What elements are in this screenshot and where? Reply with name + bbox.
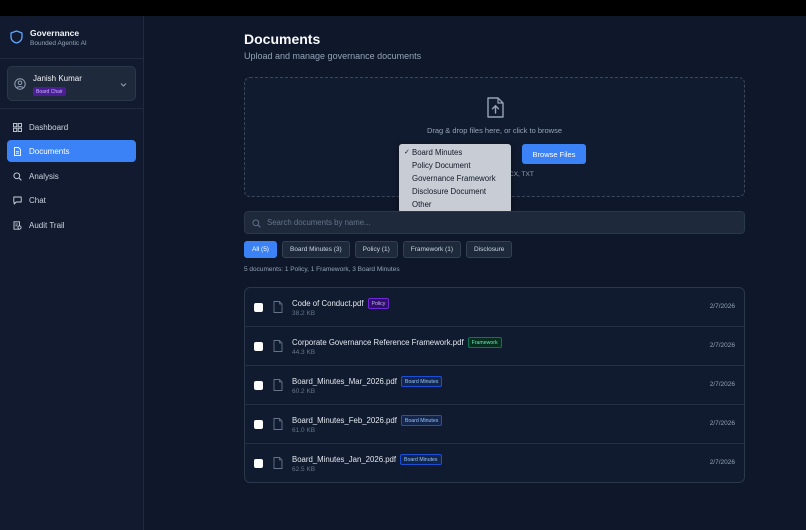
document-list: Code of Conduct.pdf Policy 38.2 KB 2/7/2…	[244, 287, 745, 483]
document-name-line: Corporate Governance Reference Framework…	[292, 337, 502, 348]
menu-option-label: Board Minutes	[412, 148, 463, 157]
user-menu[interactable]: Janish Kumar Board Chair	[7, 66, 136, 101]
search-input[interactable]	[267, 212, 737, 233]
file-icon	[273, 301, 283, 313]
document-row[interactable]: Code of Conduct.pdf Policy 38.2 KB 2/7/2…	[245, 288, 744, 327]
sidebar-divider	[0, 58, 143, 59]
document-type-badge: Policy	[367, 298, 390, 309]
filter-disclosure[interactable]: Disclosure	[466, 241, 513, 258]
row-checkbox[interactable]	[254, 381, 263, 390]
document-size: 61.0 KB	[292, 427, 316, 434]
document-row[interactable]: Board_Minutes_Mar_2026.pdf Board Minutes…	[245, 366, 744, 405]
user-name: Janish Kumar	[33, 74, 82, 83]
document-date: 2/7/2026	[709, 420, 735, 427]
file-icon	[273, 418, 283, 430]
file-icon	[273, 379, 283, 391]
filter-policy[interactable]: Policy (1)	[354, 241, 398, 258]
menu-option-label: Policy Document	[412, 161, 471, 170]
sidebar-item-label: Analysis	[29, 171, 59, 181]
filter-framework[interactable]: Framework (1)	[402, 241, 462, 258]
filter-chips: All (5) Board Minutes (3) Policy (1) Fra…	[244, 241, 513, 258]
sidebar-item-chat[interactable]: Chat	[7, 189, 136, 211]
brand-subtitle: Bounded Agentic AI	[30, 40, 87, 47]
menu-option-governance-framework[interactable]: Governance Framework	[399, 172, 511, 185]
document-name-line: Board_Minutes_Mar_2026.pdf Board Minutes	[292, 376, 443, 387]
document-date: 2/7/2026	[709, 381, 735, 388]
filter-board-minutes[interactable]: Board Minutes (3)	[281, 241, 350, 258]
user-avatar-icon	[14, 78, 26, 90]
document-name: Code of Conduct.pdf	[292, 299, 364, 308]
sidebar-item-label: Dashboard	[29, 122, 69, 132]
supported-formats: CX, TXT	[509, 171, 534, 178]
user-role-badge: Board Chair	[33, 87, 66, 96]
document-name: Corporate Governance Reference Framework…	[292, 338, 464, 347]
document-size: 62.5 KB	[292, 466, 316, 473]
browse-files-button[interactable]: Browse Files	[522, 144, 586, 164]
sidebar-divider	[0, 108, 143, 109]
upload-instructions: Drag & drop files here, or click to brow…	[426, 126, 563, 135]
document-name-line: Board_Minutes_Feb_2026.pdf Board Minutes	[292, 415, 443, 426]
sidebar-item-analysis[interactable]: Analysis	[7, 165, 136, 187]
file-icon	[273, 457, 283, 469]
row-checkbox[interactable]	[254, 342, 263, 351]
document-date: 2/7/2026	[709, 303, 735, 310]
dashboard-icon	[13, 122, 22, 132]
file-upload-icon	[487, 97, 504, 118]
document-size: 38.2 KB	[292, 310, 316, 317]
document-name: Board_Minutes_Jan_2026.pdf	[292, 455, 397, 464]
chevron-down-icon	[120, 83, 127, 87]
document-date: 2/7/2026	[709, 459, 735, 466]
menu-option-label: Other	[412, 200, 432, 209]
menu-option-other[interactable]: Other	[399, 198, 511, 211]
document-name-line: Code of Conduct.pdf Policy	[292, 298, 390, 309]
document-name-line: Board_Minutes_Jan_2026.pdf Board Minutes	[292, 454, 442, 465]
document-size: 44.3 KB	[292, 349, 316, 356]
window-top-bar	[0, 0, 806, 16]
sidebar-item-documents[interactable]: Documents	[7, 140, 136, 162]
document-name: Board_Minutes_Mar_2026.pdf	[292, 377, 397, 386]
sidebar-item-label: Documents	[29, 146, 70, 156]
document-type-badge: Framework	[467, 337, 502, 348]
search-icon	[13, 171, 22, 181]
brand: Governance Bounded Agentic AI	[10, 28, 87, 49]
document-type-badge: Board Minutes	[400, 454, 442, 465]
document-type-badge: Board Minutes	[400, 376, 443, 387]
brand-title: Governance	[30, 28, 80, 38]
sidebar: Governance Bounded Agentic AI Janish Kum…	[0, 16, 144, 530]
document-date: 2/7/2026	[709, 342, 735, 349]
sidebar-item-label: Audit Trail	[29, 220, 65, 230]
documents-summary: 5 documents: 1 Policy, 1 Framework, 3 Bo…	[244, 266, 400, 273]
document-size: 60.2 KB	[292, 388, 316, 395]
search-icon	[252, 219, 261, 228]
page-subtitle: Upload and manage governance documents	[244, 51, 422, 61]
sidebar-item-label: Chat	[29, 195, 46, 205]
document-row[interactable]: Board_Minutes_Jan_2026.pdf Board Minutes…	[245, 444, 744, 482]
document-type-badge: Board Minutes	[400, 415, 443, 426]
sidebar-item-audit-trail[interactable]: Audit Trail	[7, 214, 136, 236]
page-title: Documents	[244, 31, 321, 47]
menu-option-label: Governance Framework	[412, 174, 496, 183]
row-checkbox[interactable]	[254, 459, 263, 468]
menu-option-policy-document[interactable]: Policy Document	[399, 159, 511, 172]
checkmark-icon: ✓	[404, 149, 410, 156]
file-icon	[273, 340, 283, 352]
sidebar-item-dashboard[interactable]: Dashboard	[7, 116, 136, 138]
document-type-dropdown-menu[interactable]: ✓ Board Minutes Policy Document Governan…	[399, 144, 511, 213]
row-checkbox[interactable]	[254, 420, 263, 429]
menu-option-board-minutes[interactable]: ✓ Board Minutes	[399, 146, 511, 159]
chat-icon	[13, 196, 22, 204]
search-bar	[244, 211, 745, 234]
shield-icon	[10, 30, 23, 44]
audit-trail-icon	[13, 220, 22, 230]
menu-option-disclosure-document[interactable]: Disclosure Document	[399, 185, 511, 198]
row-checkbox[interactable]	[254, 303, 263, 312]
document-name: Board_Minutes_Feb_2026.pdf	[292, 416, 397, 425]
document-row[interactable]: Board_Minutes_Feb_2026.pdf Board Minutes…	[245, 405, 744, 444]
filter-all[interactable]: All (5)	[244, 241, 277, 258]
document-row[interactable]: Corporate Governance Reference Framework…	[245, 327, 744, 366]
document-icon	[14, 146, 21, 156]
menu-option-label: Disclosure Document	[412, 187, 487, 196]
